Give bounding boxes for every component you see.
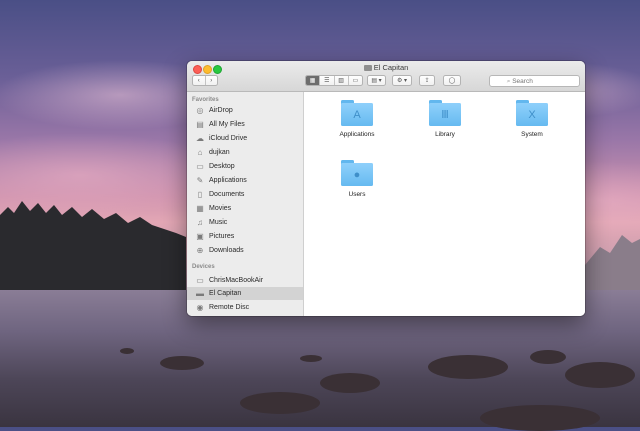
home-icon: ⌂ (197, 148, 203, 157)
wallpaper-rock (240, 392, 320, 414)
sidebar-item[interactable]: ▯ Documents (187, 188, 303, 201)
folder-item[interactable]: ● Users (329, 160, 385, 198)
applications-folder-icon: A (341, 100, 373, 126)
wallpaper-rock (300, 355, 322, 362)
icon-view-icon[interactable]: ▦ (306, 76, 321, 85)
laptop-icon: ▭ (196, 276, 204, 285)
sidebar-device-item[interactable]: ▬ El Capitan (187, 287, 303, 300)
sidebar-item-label: Applications (209, 177, 247, 184)
sidebar-item-label: Remote Disc (209, 304, 250, 311)
sidebar-item[interactable]: ☁ iCloud Drive (187, 132, 303, 145)
sidebar-device-item[interactable]: ▭ ChrisMacBookAir (187, 274, 303, 287)
movies-icon: ▦ (196, 204, 204, 213)
users-folder-icon: ● (341, 160, 373, 186)
sidebar-item[interactable]: ✎ Applications (187, 174, 303, 187)
disc-icon: ◉ (196, 303, 204, 312)
sidebar-item[interactable]: ▦ Movies (187, 202, 303, 215)
folder-name: System (521, 131, 543, 138)
sidebar-item[interactable]: ⊕ Downloads (187, 244, 303, 257)
sidebar-item-label: Desktop (209, 163, 235, 170)
sidebar: Favorites ◎ AirDrop ▤ All My Files ☁ iCloud D… (187, 92, 304, 316)
arrange-button[interactable]: ▤ ▾ (367, 75, 386, 86)
folder-name: Users (348, 191, 366, 198)
window-title: El Capitan (187, 63, 585, 73)
wallpaper-rock (320, 373, 380, 393)
sidebar-item-label: Pictures (209, 233, 235, 240)
folder-glyph: ● (353, 169, 361, 181)
pictures-icon: ▣ (196, 232, 204, 241)
sidebar-item-label: ChrisMacBookAir (209, 277, 264, 284)
wallpaper-rock (428, 355, 508, 379)
sidebar-item[interactable]: ⌂ dujkan (187, 146, 303, 159)
downloads-icon: ⊕ (196, 246, 204, 255)
sidebar-item-label: Music (209, 219, 228, 226)
share-button[interactable]: ⇪ (419, 75, 435, 86)
sidebar-item[interactable]: ▤ All My Files (187, 118, 303, 131)
sidebar-item-label: iCloud Drive (209, 135, 248, 142)
column-view-icon[interactable]: ▥ (335, 76, 349, 85)
back-button[interactable]: ‹ (193, 76, 206, 85)
sidebar-item-label: Documents (209, 191, 245, 198)
desktop-icon: ▭ (196, 162, 204, 171)
folder-item[interactable]: Ⅲ Library (417, 100, 473, 138)
finder-window: El Capitan ‹ › ▦ ☰ ▥ ▭ ▤ ▾ ⚙ ▾ ⇪ ◯ ⌕ Fav… (187, 61, 585, 316)
folder-name: Applications (339, 131, 375, 138)
view-mode-control: ▦ ☰ ▥ ▭ (305, 75, 363, 86)
sidebar-item-label: All My Files (209, 121, 245, 128)
folder-item[interactable]: X System (504, 100, 560, 138)
file-browser: A Applications Ⅲ Library X System ● Users (304, 92, 585, 316)
tag-button[interactable]: ◯ (443, 75, 461, 86)
wallpaper-rock (565, 362, 635, 388)
documents-icon: ▯ (197, 190, 203, 199)
title-bar[interactable]: El Capitan ‹ › ▦ ☰ ▥ ▭ ▤ ▾ ⚙ ▾ ⇪ ◯ ⌕ (187, 61, 585, 92)
sidebar-item[interactable]: ◎ AirDrop (187, 104, 303, 117)
folder-name: Library (435, 131, 455, 138)
list-view-icon[interactable]: ☰ (320, 76, 335, 85)
library-folder-icon: Ⅲ (429, 100, 461, 126)
folder-item[interactable]: A Applications (329, 100, 385, 138)
disk-icon: ▬ (196, 289, 204, 298)
airdrop-icon: ◎ (196, 106, 204, 115)
cover-flow-icon[interactable]: ▭ (349, 76, 362, 85)
sidebar-item[interactable]: ▭ Desktop (187, 160, 303, 173)
music-icon: ♫ (197, 218, 203, 227)
forward-button[interactable]: › (206, 76, 218, 85)
search-field[interactable]: ⌕ (489, 75, 580, 87)
sidebar-item-label: AirDrop (209, 107, 233, 114)
wallpaper-rock (530, 350, 566, 364)
window-title-text: El Capitan (373, 63, 409, 72)
wallpaper-rock (120, 348, 134, 354)
action-button[interactable]: ⚙ ▾ (392, 75, 412, 86)
sidebar-item[interactable]: ▣ Pictures (187, 230, 303, 243)
wallpaper-rock (160, 356, 204, 370)
sidebar-device-item[interactable]: ◉ Remote Disc (187, 301, 303, 314)
sidebar-item[interactable]: ♫ Music (187, 216, 303, 229)
wallpaper-rock (480, 405, 600, 431)
favorites-header: Favorites (192, 97, 219, 103)
system-folder-icon: X (516, 100, 548, 126)
search-input[interactable] (512, 78, 563, 85)
back-forward-control: ‹ › (192, 75, 218, 86)
sidebar-item-label: Downloads (209, 247, 244, 254)
devices-header: Devices (192, 264, 215, 270)
search-icon: ⌕ (506, 78, 511, 85)
disk-icon (363, 65, 372, 71)
folder-glyph: Ⅲ (441, 109, 449, 121)
folder-glyph: X (528, 109, 536, 121)
sidebar-item-label: dujkan (209, 149, 230, 156)
sidebar-item-label: Movies (209, 205, 232, 212)
sidebar-item-label: El Capitan (209, 290, 242, 297)
cloud-icon: ☁ (196, 134, 204, 143)
all-files-icon: ▤ (196, 120, 204, 129)
folder-glyph: A (353, 109, 361, 121)
applications-icon: ✎ (196, 176, 204, 185)
